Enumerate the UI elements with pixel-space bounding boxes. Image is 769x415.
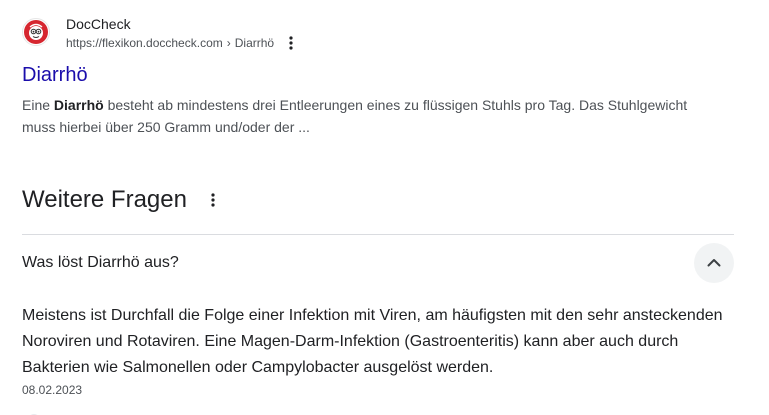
answer-date: 08.02.2023 — [22, 383, 83, 397]
vertical-dots-icon[interactable] — [201, 188, 225, 212]
doccheck-logo-icon — [22, 18, 50, 46]
question-text: Was löst Diarrhö aus? — [22, 254, 179, 271]
site-name: DocCheck — [66, 16, 131, 32]
snippet-text-end: besteht ab mindestens drei Entleerungen … — [22, 97, 688, 135]
vertical-dots-icon[interactable] — [282, 34, 300, 52]
result-snippet: Eine Diarrhö besteht ab mindestens drei … — [22, 94, 702, 138]
truncated-source-row — [22, 407, 322, 415]
section-title: Weitere Fragen — [22, 186, 187, 213]
url-breadcrumb: Diarrhö — [234, 36, 275, 50]
people-also-ask-header: Weitere Fragen — [22, 184, 225, 216]
collapse-button[interactable] — [694, 243, 734, 283]
source-text: DocCheck https://flexikon.doccheck.com ›… — [66, 14, 300, 52]
result-source[interactable]: DocCheck https://flexikon.doccheck.com ›… — [22, 14, 742, 54]
chevron-up-icon — [707, 254, 721, 272]
snippet-text-start: Eine — [22, 97, 54, 113]
answer-text: Meistens ist Durchfall die Folge einer I… — [22, 307, 723, 376]
question-toggle[interactable]: Was löst Diarrhö aus? — [22, 243, 734, 283]
result-title-link[interactable]: Diarrhö — [22, 62, 742, 88]
search-result: DocCheck https://flexikon.doccheck.com ›… — [22, 14, 742, 138]
breadcrumb-separator: › — [226, 36, 231, 50]
url-text: https://flexikon.doccheck.com — [66, 36, 223, 50]
snippet-highlight: Diarrhö — [53, 97, 104, 113]
divider — [22, 234, 734, 235]
result-url: https://flexikon.doccheck.com › Diarrhö — [66, 34, 300, 52]
